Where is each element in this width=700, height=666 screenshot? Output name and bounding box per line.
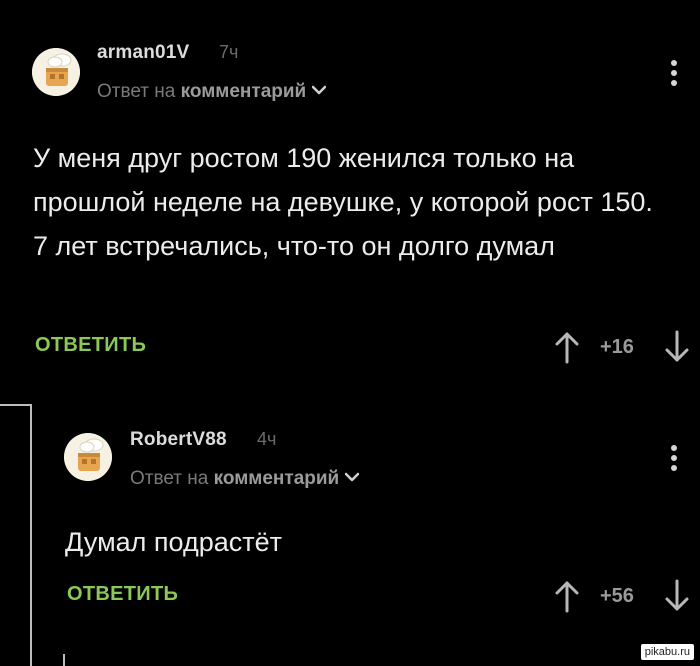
reply-to-link[interactable]: Ответ на комментарий xyxy=(130,466,360,490)
site-watermark: pikabu.ru xyxy=(640,644,694,660)
chevron-down-icon xyxy=(344,466,360,488)
downvote-arrow-icon[interactable] xyxy=(664,579,690,613)
upvote-arrow-icon[interactable] xyxy=(554,579,580,613)
more-options-icon[interactable] xyxy=(670,445,678,475)
reply-prefix: Ответ на xyxy=(130,468,209,489)
cook-hat-house-avatar-icon xyxy=(64,433,112,481)
comment-text: Думал подрастёт xyxy=(65,527,282,557)
user-avatar[interactable] xyxy=(64,433,112,481)
reply-button[interactable]: ОТВЕТИТЬ xyxy=(67,583,178,606)
comment-time: 4ч xyxy=(257,429,277,449)
comment-2: RobertV88 4ч Ответ на комментарий Думал … xyxy=(0,0,700,666)
username[interactable]: RobertV88 xyxy=(130,429,227,451)
reply-target: комментарий xyxy=(213,468,340,489)
vote-score: +56 xyxy=(600,585,634,607)
